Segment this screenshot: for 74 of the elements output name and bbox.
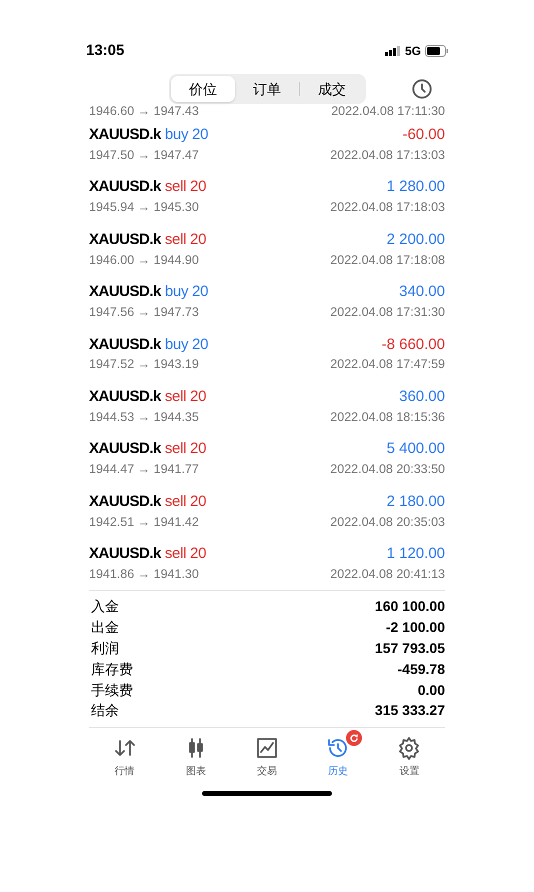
- deal-symbol: XAUUSD.k: [89, 124, 161, 145]
- deal-prices: 1944.53 → 1944.35: [89, 408, 199, 426]
- signal-icon: [384, 46, 401, 56]
- deal-profit: 2 200.00: [386, 230, 445, 250]
- deal-symbol: XAUUSD.k: [89, 492, 161, 512]
- deal-side: buy 20: [164, 124, 208, 145]
- deal-profit: 2 180.00: [386, 492, 445, 512]
- deal-profit: 1 280.00: [386, 177, 445, 198]
- deal-symbol: XAUUSD.k: [89, 334, 161, 354]
- deal-side: sell 20: [164, 492, 206, 512]
- deal-symbol: XAUUSD.k: [89, 439, 161, 460]
- deal-time: 2022.04.08 17:13:03: [330, 146, 445, 164]
- summary-value: 160 100.00: [374, 597, 445, 616]
- deal-prices: 1947.56 → 1947.73: [89, 304, 199, 321]
- settings-icon: [397, 736, 422, 760]
- deal-symbol: XAUUSD.k: [89, 386, 161, 407]
- deal-side: sell 20: [164, 177, 206, 198]
- deal-time: 2022.04.08 17:18:03: [330, 199, 445, 216]
- segment-tab[interactable]: 成交: [300, 76, 364, 102]
- deal-profit: 5 400.00: [386, 439, 445, 460]
- deal-time: 2022.04.08 17:31:30: [330, 304, 445, 321]
- deal-time: 2022.04.08 20:41:13: [330, 566, 445, 583]
- deal-profit: -8 660.00: [382, 334, 445, 354]
- deal-symbol: XAUUSD.k: [89, 282, 161, 302]
- deal-side: sell 20: [164, 544, 206, 564]
- deal-time: 2022.04.08 20:33:50: [330, 461, 445, 478]
- deal-time: 2022.04.08 17:18:08: [330, 252, 445, 269]
- deal-time: 2022.04.08 18:15:36: [330, 408, 445, 426]
- deal-prices: 1946.00 → 1944.90: [89, 252, 199, 269]
- deal-prices: 1946.60 → 1947.43: [89, 104, 199, 115]
- battery-icon: [425, 45, 449, 57]
- deal-side: buy 20: [164, 334, 208, 354]
- deal-profit: 1 120.00: [386, 544, 445, 564]
- nav-tab[interactable]: 图表: [166, 730, 226, 780]
- deal-side: sell 20: [164, 230, 206, 250]
- history-clock-icon[interactable]: [411, 78, 433, 100]
- summary-label: 出金: [91, 618, 119, 638]
- segment-tab[interactable]: 价位: [171, 76, 235, 102]
- nav-tab[interactable]: 历史: [308, 730, 368, 780]
- deal-prices: 1947.50 → 1947.47: [89, 146, 199, 164]
- nav-tab[interactable]: 交易: [236, 730, 297, 780]
- summary-value: 0.00: [418, 680, 445, 700]
- summary-value: -2 100.00: [386, 618, 445, 638]
- deal-profit: 360.00: [399, 386, 445, 407]
- deal-time: 2022.04.08 20:35:03: [330, 514, 445, 531]
- deal-prices: 1944.47 → 1941.77: [89, 461, 199, 478]
- summary-value: -459.78: [398, 660, 445, 679]
- deal-profit: 340.00: [399, 282, 445, 302]
- summary-label: 手续费: [91, 680, 133, 700]
- clock-time: 13:05: [86, 40, 124, 61]
- deal-profit: -60.00: [402, 124, 445, 145]
- nav-tab[interactable]: 行情: [94, 730, 155, 780]
- network-label: 5G: [404, 43, 421, 60]
- deal-prices: 1942.51 → 1941.42: [89, 514, 199, 531]
- line-chart-icon: [254, 736, 279, 760]
- summary-value: 157 793.05: [374, 639, 445, 658]
- summary-label: 结余: [91, 701, 119, 720]
- deal-symbol: XAUUSD.k: [89, 177, 161, 198]
- summary-label: 利润: [91, 639, 119, 658]
- deal-side: sell 20: [164, 439, 206, 460]
- deal-symbol: XAUUSD.k: [89, 230, 161, 250]
- deal-side: sell 20: [164, 386, 206, 407]
- deal-time: 2022.04.08 17:47:59: [330, 356, 445, 374]
- deal-prices: 1945.94 → 1945.30: [89, 199, 199, 216]
- nav-tab[interactable]: 设置: [379, 730, 440, 780]
- segment-tab[interactable]: 订单: [235, 76, 299, 102]
- summary-label: 库存费: [91, 660, 133, 679]
- deal-prices: 1941.86 → 1941.30: [89, 566, 199, 583]
- deal-prices: 1947.52 → 1943.19: [89, 356, 199, 374]
- deal-time: 2022.04.08 17:11:30: [331, 104, 445, 115]
- summary-value: 315 333.27: [374, 701, 445, 720]
- deal-symbol: XAUUSD.k: [89, 544, 161, 564]
- summary-label: 入金: [91, 597, 119, 616]
- deal-side: buy 20: [164, 282, 208, 302]
